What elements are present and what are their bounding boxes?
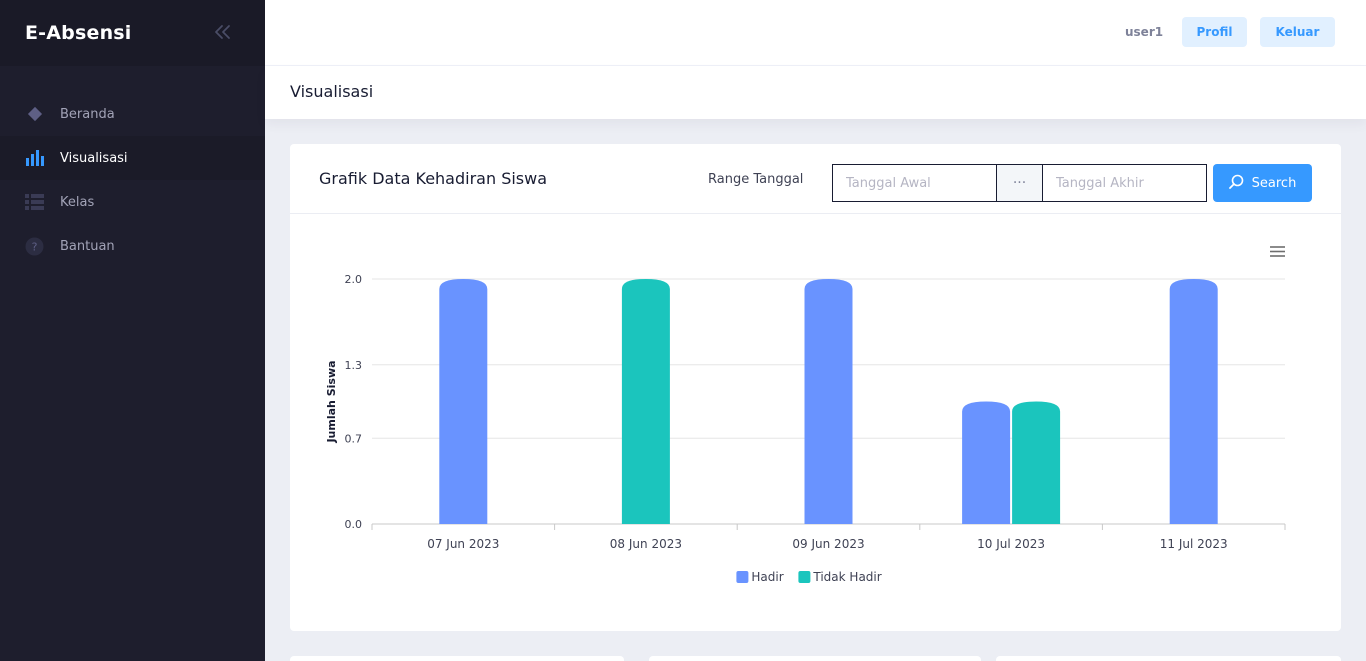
- brand-bar: E-Absensi: [0, 0, 265, 66]
- bar-hadir[interactable]: [804, 279, 853, 524]
- y-tick-label: 0.0: [345, 518, 363, 531]
- sidebar-item-label: Bantuan: [60, 238, 115, 254]
- top-header: user1 Profil Keluar: [265, 0, 1366, 66]
- date-separator: ···: [997, 164, 1042, 202]
- subheader: Visualisasi: [265, 66, 1366, 119]
- page-title: Visualisasi: [290, 82, 374, 101]
- sidebar-item-kelas[interactable]: Kelas: [0, 180, 265, 224]
- keluar-button[interactable]: Keluar: [1260, 17, 1335, 47]
- question-icon: ?: [25, 237, 44, 256]
- search-button-label: Search: [1251, 175, 1297, 191]
- start-date-input[interactable]: [832, 164, 997, 202]
- legend-label[interactable]: Hadir: [751, 570, 783, 584]
- bar-tidak-hadir[interactable]: [1012, 401, 1061, 525]
- bottom-card-2: [649, 656, 981, 661]
- chart-menu-icon[interactable]: [1270, 246, 1285, 257]
- chevrons-left-icon[interactable]: [213, 21, 231, 45]
- bottom-card-1: [290, 656, 624, 661]
- x-tick-label: 08 Jun 2023: [610, 537, 682, 551]
- user-name: user1: [1125, 25, 1164, 39]
- chart-card: Grafik Data Kehadiran Siswa Range Tangga…: [290, 144, 1341, 631]
- bar-tidak-hadir[interactable]: [621, 279, 670, 524]
- x-tick-label: 07 Jun 2023: [427, 537, 499, 551]
- bar-chart-icon: [25, 149, 44, 168]
- legend-swatch[interactable]: [736, 571, 749, 583]
- sidebar-item-bantuan[interactable]: ? Bantuan: [0, 224, 265, 268]
- svg-text:?: ?: [32, 240, 38, 253]
- sidebar-item-label: Visualisasi: [60, 150, 128, 166]
- y-tick-label: 1.3: [345, 359, 363, 372]
- y-axis-label: Jumlah Siswa: [325, 360, 338, 443]
- search-button[interactable]: Search: [1213, 164, 1312, 202]
- x-tick-label: 10 Jul 2023: [977, 537, 1045, 551]
- card-header: Grafik Data Kehadiran Siswa Range Tangga…: [290, 144, 1341, 214]
- sidebar-item-beranda[interactable]: Beranda: [0, 92, 265, 136]
- y-tick-label: 0.7: [345, 432, 363, 445]
- y-tick-label: 2.0: [345, 273, 363, 286]
- legend-label[interactable]: Tidak Hadir: [812, 570, 881, 584]
- date-range-group: ···: [832, 164, 1207, 202]
- profil-button[interactable]: Profil: [1182, 17, 1247, 47]
- sidebar-item-visualisasi[interactable]: Visualisasi: [0, 136, 265, 180]
- sidebar: E-Absensi Beranda Visualisasi Kelas ? Ba…: [0, 0, 265, 661]
- bar-hadir[interactable]: [1169, 279, 1218, 524]
- range-label: Range Tanggal: [708, 172, 804, 187]
- diamond-icon: [25, 105, 44, 124]
- sidebar-item-label: Kelas: [60, 194, 95, 210]
- legend-swatch[interactable]: [798, 571, 811, 583]
- x-tick-label: 09 Jun 2023: [792, 537, 864, 551]
- end-date-input[interactable]: [1042, 164, 1207, 202]
- card-title: Grafik Data Kehadiran Siswa: [319, 169, 548, 188]
- attendance-chart: 0.0 0.7 1.3 2.0 Jumlah Siswa 07 Jun 2023 08 Ju…: [325, 246, 1286, 584]
- list-icon: [25, 193, 44, 212]
- bottom-card-3: [996, 656, 1341, 661]
- bar-hadir[interactable]: [962, 401, 1011, 525]
- sidebar-menu: Beranda Visualisasi Kelas ? Bantuan: [0, 66, 265, 268]
- search-icon: [1228, 174, 1244, 193]
- bar-hadir[interactable]: [439, 279, 488, 524]
- sidebar-item-label: Beranda: [60, 106, 115, 122]
- x-tick-label: 11 Jul 2023: [1160, 537, 1228, 551]
- brand-title: E-Absensi: [25, 22, 132, 44]
